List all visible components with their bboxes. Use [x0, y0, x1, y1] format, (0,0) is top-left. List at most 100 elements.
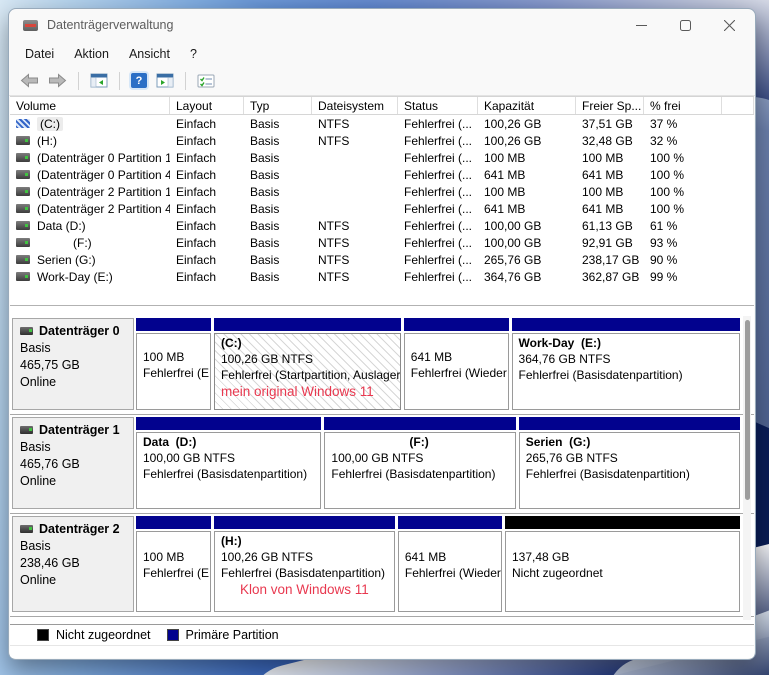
volume-name-cell: Work-Day (E:) [10, 270, 170, 284]
partition-unallocated[interactable]: 137,48 GB Nicht zugeordnet [504, 516, 741, 612]
volume-row-workday-e[interactable]: Work-Day (E:) Einfach Basis NTFS Fehlerf… [10, 268, 754, 285]
volume-row-f[interactable]: (F:) Einfach Basis NTFS Fehlerfrei (... … [10, 234, 754, 251]
volume-row-d0p4[interactable]: (Datenträger 0 Partition 4) Einfach Basi… [10, 166, 754, 183]
disk-status: Online [20, 573, 57, 587]
disk-management-window: Datenträgerverwaltung Datei Aktion Ansic… [8, 8, 756, 660]
primary-partition-strip [213, 318, 401, 331]
layout-cell: Einfach [176, 269, 217, 284]
capacity-cell: 100 MB [484, 150, 526, 165]
disk-0-info[interactable]: Datenträger 0 Basis 465,75 GB Online [12, 318, 134, 410]
volume-icon [16, 204, 30, 213]
type-cell: Basis [250, 116, 280, 131]
capacity-cell: 265,76 GB [484, 252, 542, 267]
volume-icon [16, 221, 30, 230]
column-header-kapazitaet[interactable]: Kapazität [478, 97, 576, 114]
scrollbar-thumb[interactable] [744, 320, 750, 500]
volume-row-d2p4[interactable]: (Datenträger 2 Partition 4) Einfach Basi… [10, 200, 754, 217]
partition-system-100mb[interactable]: 100 MB Fehlerfrei (E [136, 516, 211, 612]
layout-cell: Einfach [176, 150, 217, 165]
type-cell: Basis [250, 218, 280, 233]
volume-name-cell: Serien (G:) [10, 253, 170, 267]
disk-type: Basis [20, 341, 51, 355]
type-cell: Basis [250, 201, 280, 216]
free-space-cell: 641 MB [582, 167, 624, 182]
menu-ansicht[interactable]: Ansicht [119, 44, 180, 64]
filesystem-cell: NTFS [318, 252, 350, 267]
status-cell: Fehlerfrei (... [404, 167, 473, 182]
disk-2-info[interactable]: Datenträger 2 Basis 238,46 GB Online [12, 516, 134, 612]
show-action-pane-button[interactable] [154, 71, 176, 90]
menu-bar: Datei Aktion Ansicht ? [9, 41, 755, 66]
volume-name-cell: (C:) [10, 116, 170, 131]
window-title: Datenträgerverwaltung [47, 18, 174, 32]
volume-row-data-d[interactable]: Data (D:) Einfach Basis NTFS Fehlerfrei … [10, 217, 754, 234]
partition-h-clone[interactable]: (H:) 100,26 GB NTFS Fehlerfrei (Basisdat… [213, 516, 395, 612]
volume-icon [16, 255, 30, 264]
status-cell: Fehlerfrei (... [404, 133, 473, 148]
percent-free-cell: 100 % [650, 184, 685, 199]
percent-free-cell: 32 % [650, 133, 678, 148]
volume-list: Volume Layout Typ Dateisystem Status Kap… [10, 97, 754, 306]
column-header-empty [722, 97, 754, 114]
partition-recovery-641mb[interactable]: 641 MB Fehlerfrei (Wieder [397, 516, 502, 612]
unallocated-swatch [37, 629, 49, 641]
disk-1-row: Datenträger 1 Basis 465,76 GB Online Dat… [10, 415, 754, 514]
column-header-status[interactable]: Status [398, 97, 478, 114]
volume-row-serien-g[interactable]: Serien (G:) Einfach Basis NTFS Fehlerfre… [10, 251, 754, 268]
column-header-volume[interactable]: Volume [10, 97, 170, 114]
partition-data-d[interactable]: Data (D:) 100,00 GB NTFS Fehlerfrei (Bas… [136, 417, 322, 509]
partition-recovery-641mb[interactable]: 641 MB Fehlerfrei (Wieder [403, 318, 509, 410]
forward-button[interactable] [46, 71, 69, 90]
help-button[interactable]: ? [129, 71, 149, 90]
status-cell: Fehlerfrei (... [404, 235, 473, 250]
volume-row-d0p1[interactable]: (Datenträger 0 Partition 1) Einfach Basi… [10, 149, 754, 166]
status-cell: Fehlerfrei (... [404, 201, 473, 216]
back-button[interactable] [18, 71, 41, 90]
capacity-cell: 100 MB [484, 184, 526, 199]
column-header-typ[interactable]: Typ [244, 97, 312, 114]
volume-icon [16, 272, 30, 281]
status-cell: Fehlerfrei (... [404, 252, 473, 267]
disk-management-app-icon [23, 19, 38, 31]
percent-free-cell: 61 % [650, 218, 678, 233]
menu-datei[interactable]: Datei [15, 44, 64, 64]
show-console-tree-button[interactable] [88, 71, 110, 90]
back-arrow-icon [20, 73, 38, 88]
titlebar: Datenträgerverwaltung [9, 9, 755, 41]
properties-button[interactable] [195, 72, 217, 90]
disk-type: Basis [20, 539, 51, 553]
help-icon: ? [131, 73, 147, 88]
partition-f[interactable]: (F:) 100,00 GB NTFS Fehlerfrei (Basisdat… [324, 417, 516, 509]
disk-1-info[interactable]: Datenträger 1 Basis 465,76 GB Online [12, 417, 134, 509]
column-header-dateisystem[interactable]: Dateisystem [312, 97, 398, 114]
menu-aktion[interactable]: Aktion [64, 44, 119, 64]
close-button[interactable] [707, 9, 751, 41]
column-header-layout[interactable]: Layout [170, 97, 244, 114]
partition-serien-g[interactable]: Serien (G:) 265,76 GB NTFS Fehlerfrei (B… [518, 417, 741, 509]
volume-row-c[interactable]: (C:) Einfach Basis NTFS Fehlerfrei (... … [10, 115, 754, 132]
volume-name-cell: Data (D:) [10, 219, 170, 233]
partition-workday-e[interactable]: Work-Day (E:) 364,76 GB NTFS Fehlerfrei … [511, 318, 740, 410]
disk-status: Online [20, 375, 57, 389]
volume-icon [16, 119, 30, 128]
free-space-cell: 100 MB [582, 150, 624, 165]
toolbar-separator [78, 71, 79, 90]
volume-row-d2p1[interactable]: (Datenträger 2 Partition 1) Einfach Basi… [10, 183, 754, 200]
column-header-freier-sp[interactable]: Freier Sp... [576, 97, 644, 114]
menu-help[interactable]: ? [180, 44, 207, 64]
partition-c-selected[interactable]: (C:) 100,26 GB NTFS Fehlerfrei (Startpar… [213, 318, 401, 410]
toolbar: ? [9, 66, 755, 96]
capacity-cell: 100,26 GB [484, 133, 542, 148]
volume-name-cell: (F:) [10, 236, 170, 250]
minimize-button[interactable] [619, 9, 663, 41]
volume-row-h[interactable]: (H:) Einfach Basis NTFS Fehlerfrei (... … [10, 132, 754, 149]
capacity-cell: 100,00 GB [484, 218, 542, 233]
free-space-cell: 37,51 GB [582, 116, 633, 131]
volume-name-cell: (Datenträger 0 Partition 4) [10, 168, 170, 182]
maximize-button[interactable] [663, 9, 707, 41]
desktop-wallpaper: Datenträgerverwaltung Datei Aktion Ansic… [0, 0, 769, 675]
primary-partition-strip [136, 417, 322, 430]
disk-type: Basis [20, 440, 51, 454]
column-header-prozent-frei[interactable]: % frei [644, 97, 722, 114]
partition-system-100mb[interactable]: 100 MB Fehlerfrei (E [136, 318, 211, 410]
